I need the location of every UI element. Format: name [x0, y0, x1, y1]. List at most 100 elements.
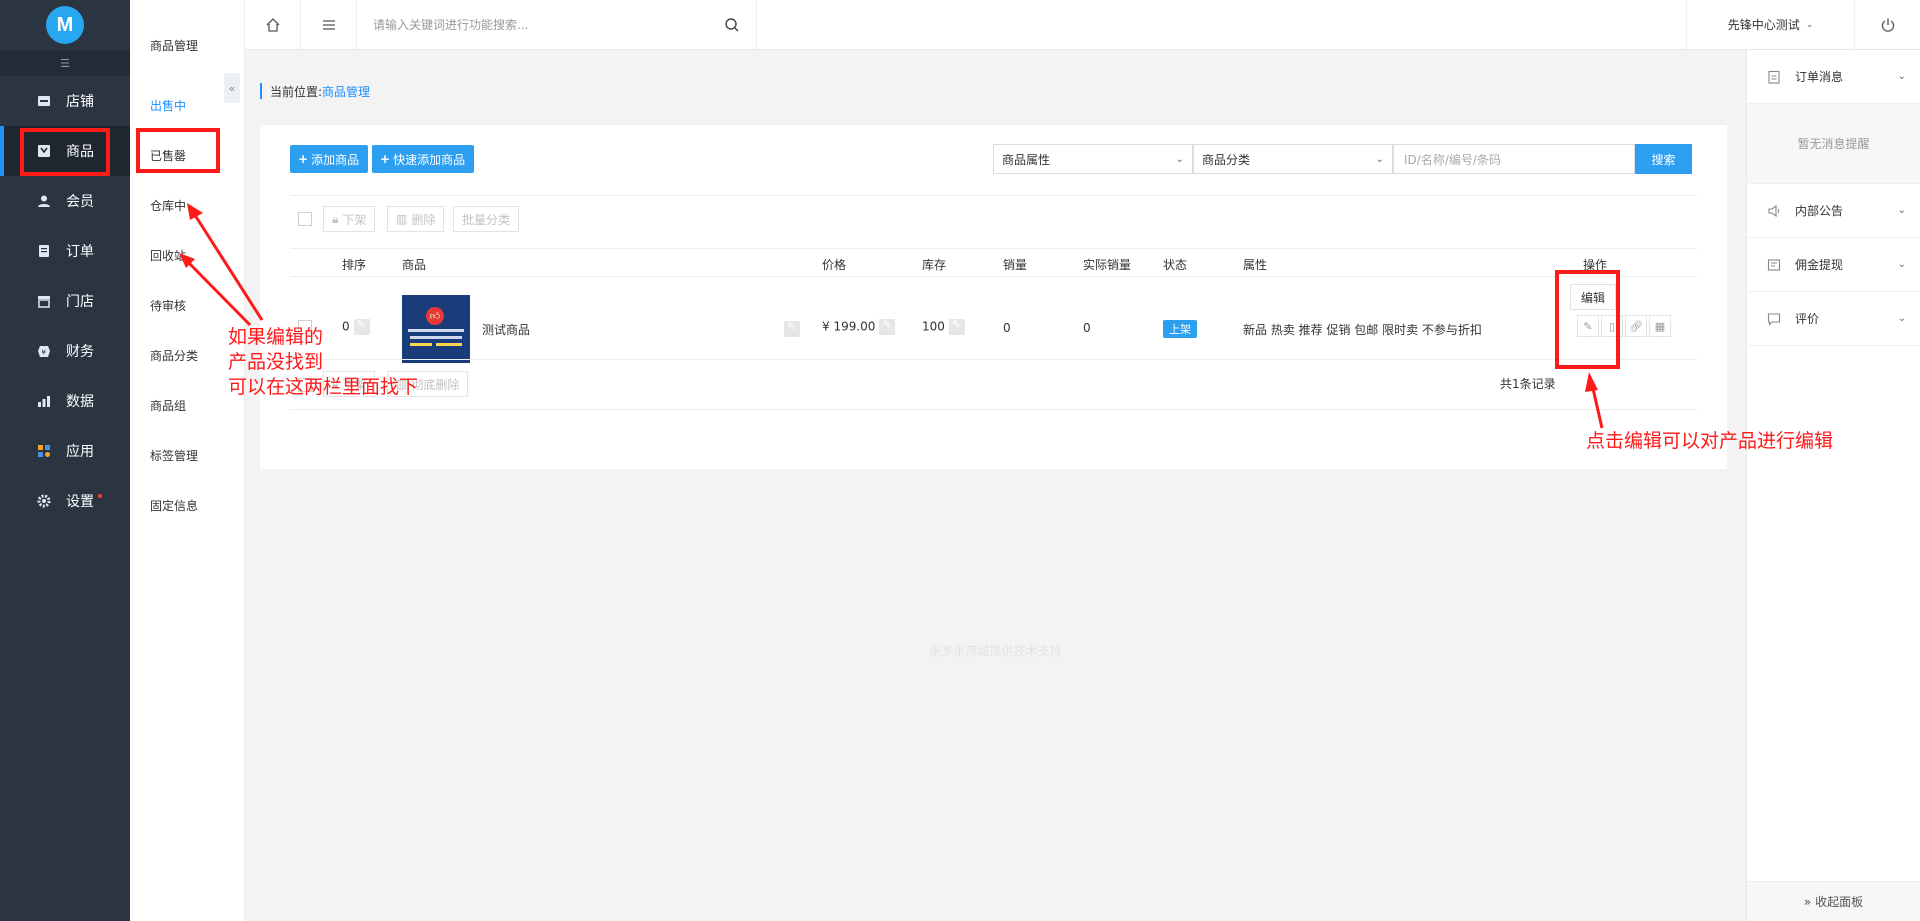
add-goods-label: 添加商品	[311, 152, 360, 167]
user-dropdown[interactable]: 先锋中心测试 ⌄	[1686, 0, 1854, 50]
main-content: 当前位置: 商品管理 + 添加商品 + 快速添加商品 商品属性 ⌄ 商品分类 ⌄…	[245, 50, 1746, 921]
shop-icon	[36, 293, 52, 309]
sidebar-item-store[interactable]: 店铺	[0, 76, 130, 126]
bulk-delete-button[interactable]: ▥ 删除	[387, 206, 445, 232]
submenu-item-goods-group[interactable]: 商品组	[130, 380, 244, 430]
sidebar-item-member[interactable]: 会员	[0, 176, 130, 226]
sidebar-item-label: 会员	[66, 194, 94, 210]
search-button[interactable]: 搜索	[1635, 144, 1692, 174]
logo[interactable]: M	[0, 0, 130, 50]
home-icon	[266, 17, 279, 32]
add-goods-button[interactable]: + 添加商品	[290, 145, 368, 173]
sidebar-item-label: 应用	[66, 444, 94, 460]
sidebar-item-settings[interactable]: 设置	[0, 476, 130, 526]
apps-icon	[36, 443, 52, 459]
sidebar-item-data[interactable]: 数据	[0, 376, 130, 426]
sidebar-collapse-toggle[interactable]: ☰	[0, 50, 130, 76]
sidebar-item-label: 门店	[66, 294, 94, 310]
row-stock-value: 100	[922, 319, 945, 334]
qrcode-icon[interactable]: ▦	[1649, 315, 1671, 337]
goods-search-input[interactable]: ID/名称/编号/条码	[1393, 144, 1635, 174]
quick-add-label: 快速添加商品	[393, 152, 466, 167]
product-name[interactable]: 测试商品	[482, 321, 530, 338]
sidebar-item-label: 设置	[66, 494, 94, 510]
breadcrumb-current[interactable]: 商品管理	[322, 83, 370, 100]
order-message-toggle[interactable]: 订单消息 ⌄	[1747, 50, 1920, 104]
sidebar-item-order[interactable]: 订单	[0, 226, 130, 276]
annotation-left-line: 可以在这两栏里面找下	[228, 376, 419, 398]
sidebar-item-label: 订单	[66, 244, 94, 260]
review-toggle[interactable]: 评价 ⌄	[1747, 292, 1920, 346]
th-status: 状态	[1163, 258, 1188, 272]
collapse-panel-button[interactable]: » 收起面板	[1747, 881, 1920, 921]
svg-text:¥: ¥	[42, 349, 47, 357]
goods-attr-value: 商品属性	[1002, 152, 1051, 167]
order-message-label: 订单消息	[1795, 70, 1844, 84]
edit-name-icon[interactable]	[784, 320, 800, 337]
edit-stock-icon[interactable]	[948, 318, 965, 335]
goods-card: + 添加商品 + 快速添加商品 商品属性 ⌄ 商品分类 ⌄ ID/名称/编号/条…	[260, 125, 1727, 469]
notice-label: 内部公告	[1795, 204, 1844, 218]
goods-attr-select[interactable]: 商品属性 ⌄	[993, 144, 1193, 174]
submenu-item-category[interactable]: 商品分类	[130, 330, 244, 380]
comment-icon	[1767, 312, 1781, 326]
home-button[interactable]	[245, 0, 301, 50]
submenu-item-fixed-info[interactable]: 固定信息	[130, 480, 244, 530]
submenu-item-warehouse[interactable]: 仓库中	[130, 180, 244, 230]
divider	[290, 276, 1697, 277]
logout-button[interactable]	[1854, 0, 1920, 50]
annotation-right-text: 点击编辑可以对产品进行编辑	[1586, 430, 1834, 452]
speaker-icon	[1767, 204, 1781, 218]
th-price: 价格	[822, 258, 847, 272]
sidebar-item-apps[interactable]: 应用	[0, 426, 130, 476]
bulk-delete-label: 删除	[411, 212, 436, 227]
chart-icon	[36, 393, 52, 409]
th-goods: 商品	[402, 258, 427, 272]
chevron-down-icon: ⌄	[1375, 153, 1384, 165]
sidebar-item-label: 财务	[66, 344, 94, 360]
th-sort: 排序	[342, 258, 367, 272]
gear-icon	[36, 493, 52, 509]
submenu-item-pending-review[interactable]: 待审核	[130, 280, 244, 330]
row-price: ¥ 199.00	[822, 318, 896, 335]
select-all-checkbox[interactable]	[298, 212, 312, 226]
collapse-icon: ☰	[60, 56, 70, 70]
submenu-collapse-button[interactable]: «	[224, 73, 240, 103]
notification-dot	[98, 494, 102, 498]
trash-icon: ▥	[396, 212, 408, 226]
annotation-left-line: 产品没找到	[228, 351, 324, 373]
power-icon	[1881, 18, 1894, 32]
row-attrs: 新品 热卖 推荐 促销 包邮 限时卖 不参与折扣	[1243, 323, 1482, 337]
submenu-item-recycle[interactable]: 回收站	[130, 230, 244, 280]
sidebar-item-shop[interactable]: 门店	[0, 276, 130, 326]
finance-icon: ¥	[36, 343, 52, 359]
quick-add-goods-button[interactable]: + 快速添加商品	[372, 145, 474, 173]
divider	[290, 248, 1697, 249]
sidebar-item-finance[interactable]: ¥ 财务	[0, 326, 130, 376]
function-search-input[interactable]	[373, 17, 716, 32]
goods-category-select[interactable]: 商品分类 ⌄	[1193, 144, 1393, 174]
annotation-box-edit	[1555, 270, 1620, 369]
annotation-box-on-sale	[136, 128, 220, 173]
th-attrs: 属性	[1243, 258, 1268, 272]
notice-toggle[interactable]: 内部公告 ⌄	[1747, 184, 1920, 238]
lock-icon: 🔒︎	[332, 211, 339, 226]
breadcrumb-prefix: 当前位置:	[270, 84, 323, 99]
chevron-down-icon: ⌄	[1897, 313, 1906, 324]
search-icon[interactable]	[724, 17, 740, 33]
bulk-off-shelf-button[interactable]: 🔒︎ 下架	[323, 206, 376, 232]
submenu-item-tags[interactable]: 标签管理	[130, 430, 244, 480]
chevron-down-icon: ⌄	[1805, 19, 1814, 30]
annotation-left-text: 如果编辑的 产品没找到 可以在这两栏里面找下	[228, 325, 418, 400]
edit-price-icon[interactable]	[879, 318, 896, 335]
divider	[290, 195, 1697, 196]
chevron-down-icon: ⌄	[1897, 71, 1906, 82]
link-icon[interactable]: 🔗︎	[1625, 315, 1647, 337]
th-stock: 库存	[922, 258, 947, 272]
sidebar-item-label: 数据	[66, 394, 94, 410]
status-badge[interactable]: 上架	[1163, 320, 1197, 338]
commission-toggle[interactable]: 佣金提现 ⌄	[1747, 238, 1920, 292]
menu-icon	[322, 19, 335, 30]
menu-button[interactable]	[301, 0, 357, 50]
bulk-category-button[interactable]: 批量分类	[453, 206, 520, 232]
